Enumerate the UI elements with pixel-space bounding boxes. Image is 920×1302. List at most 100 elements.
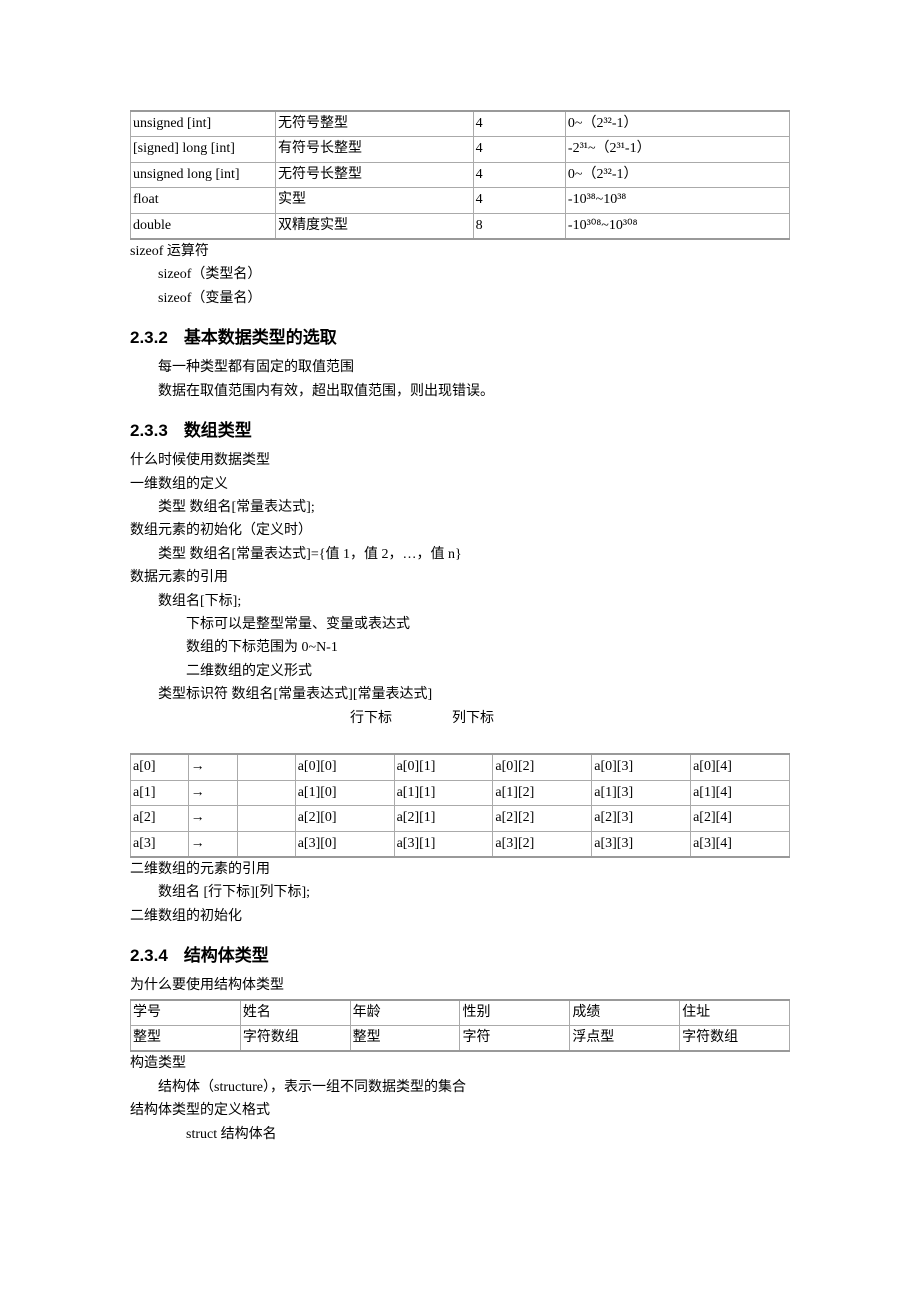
table-row: float实型4-10³⁸~10³⁸ <box>131 188 790 213</box>
table-cell: 字符数组 <box>680 1026 790 1052</box>
table-cell: a[3][0] <box>295 831 394 857</box>
table-row: [signed] long [int]有符号长整型4-2³¹~（2³¹-1） <box>131 137 790 162</box>
table-header-cell: 年龄 <box>350 1000 460 1026</box>
table-header-cell: 住址 <box>680 1000 790 1026</box>
heading-234: 2.3.4 结构体类型 <box>130 942 790 969</box>
table-cell: -2³¹~（2³¹-1） <box>565 137 789 162</box>
p233-5: 类型 数组名[常量表达式]={值 1，值 2，…，值 n} <box>130 544 790 566</box>
table-cell: a[0][1] <box>394 754 493 780</box>
row-sub-label: 行下标 <box>350 711 392 726</box>
p233-3: 类型 数组名[常量表达式]; <box>130 497 790 519</box>
p233-9: 数组的下标范围为 0~N-1 <box>130 637 790 659</box>
table-cell <box>238 780 296 805</box>
table-header-cell: 姓名 <box>240 1000 350 1026</box>
p233-8: 下标可以是整型常量、变量或表达式 <box>130 614 790 636</box>
table-cell: 无符号整型 <box>275 111 473 137</box>
data-types-table: unsigned [int]无符号整型40~（2³²-1）[signed] lo… <box>130 110 790 240</box>
table-cell: a[0] <box>131 754 189 780</box>
table-cell: a[1] <box>131 780 189 805</box>
table-cell: 8 <box>473 213 565 239</box>
heading-text: 基本数据类型的选取 <box>184 328 337 347</box>
table-cell: 0~（2³²-1） <box>565 162 789 187</box>
heading-text: 结构体类型 <box>184 946 269 965</box>
table-cell: a[2] <box>131 806 189 831</box>
table-row: a[2]→a[2][0]a[2][1]a[2][2]a[2][3]a[2][4] <box>131 806 790 831</box>
table-cell: → <box>188 780 237 805</box>
p232-1: 每一种类型都有固定的取值范围 <box>130 357 790 379</box>
table-cell: a[1][0] <box>295 780 394 805</box>
struct-fields-table: 学号姓名年龄性别成绩住址 整型字符数组整型字符浮点型字符数组 <box>130 999 790 1053</box>
heading-num: 2.3.2 <box>130 328 168 347</box>
table-cell: 4 <box>473 188 565 213</box>
table-cell: 实型 <box>275 188 473 213</box>
p234b-3: 结构体类型的定义格式 <box>130 1100 790 1122</box>
table-cell: a[3][3] <box>592 831 691 857</box>
table-cell: a[2][3] <box>592 806 691 831</box>
table-cell: double <box>131 213 276 239</box>
table-cell: 整型 <box>131 1026 241 1052</box>
table-cell: a[2][2] <box>493 806 592 831</box>
p233-7: 数组名[下标]; <box>130 591 790 613</box>
table-cell <box>238 831 296 857</box>
p233-2: 一维数组的定义 <box>130 474 790 496</box>
table-cell: 0~（2³²-1） <box>565 111 789 137</box>
table-row: a[1]→ a[1][0]a[1][1]a[1][2]a[1][3]a[1][4] <box>131 780 790 805</box>
p233-12: 行下标 列下标 <box>130 708 790 730</box>
heading-232: 2.3.2 基本数据类型的选取 <box>130 324 790 351</box>
heading-num: 2.3.3 <box>130 421 168 440</box>
p233-6: 数据元素的引用 <box>130 567 790 589</box>
p233-1: 什么时候使用数据类型 <box>130 450 790 472</box>
table-cell: a[1][1] <box>394 780 493 805</box>
table-cell: a[0][0] <box>295 754 394 780</box>
table-cell <box>238 754 296 780</box>
table-cell: a[3][2] <box>493 831 592 857</box>
sizeof-line-1: sizeof（类型名） <box>130 264 790 286</box>
p232-2: 数据在取值范围内有效，超出取值范围，则出现错误。 <box>130 381 790 403</box>
sizeof-line-2: sizeof（变量名） <box>130 288 790 310</box>
table-cell: a[2][4] <box>691 806 790 831</box>
table-row: double双精度实型8-10³⁰⁸~10³⁰⁸ <box>131 213 790 239</box>
table-cell: a[2][0] <box>295 806 394 831</box>
heading-233: 2.3.3 数组类型 <box>130 417 790 444</box>
table-cell: 字符数组 <box>240 1026 350 1052</box>
p233b-2: 数组名 [行下标][列下标]; <box>130 882 790 904</box>
table-cell: a[0][3] <box>592 754 691 780</box>
table-cell: a[1][3] <box>592 780 691 805</box>
p233b-1: 二维数组的元素的引用 <box>130 859 790 881</box>
table-cell: a[0][4] <box>691 754 790 780</box>
table-cell: float <box>131 188 276 213</box>
p233-11: 类型标识符 数组名[常量表达式][常量表达式] <box>130 684 790 706</box>
table-cell: 有符号长整型 <box>275 137 473 162</box>
table-cell: 字符 <box>460 1026 570 1052</box>
heading-text: 数组类型 <box>184 421 252 440</box>
p234b-4: struct 结构体名 <box>130 1124 790 1146</box>
table-cell: unsigned long [int] <box>131 162 276 187</box>
p233-4: 数组元素的初始化（定义时） <box>130 520 790 542</box>
table-cell: a[1][2] <box>493 780 592 805</box>
table-cell: 4 <box>473 137 565 162</box>
table-row: a[3]→a[3][0]a[3][1]a[3][2]a[3][3]a[3][4] <box>131 831 790 857</box>
table-cell: → <box>188 806 237 831</box>
table-cell <box>238 806 296 831</box>
sizeof-title: sizeof 运算符 <box>130 241 790 263</box>
table-cell: a[3] <box>131 831 189 857</box>
table-cell: a[1][4] <box>691 780 790 805</box>
array-2d-table: a[0]→a[0][0]a[0][1]a[0][2]a[0][3]a[0][4]… <box>130 753 790 858</box>
table-cell: a[3][1] <box>394 831 493 857</box>
table-cell: 浮点型 <box>570 1026 680 1052</box>
col-sub-label: 列下标 <box>452 711 494 726</box>
table-cell: → <box>188 831 237 857</box>
table-cell: → <box>188 754 237 780</box>
table-cell: a[0][2] <box>493 754 592 780</box>
table-cell: 双精度实型 <box>275 213 473 239</box>
p234a: 为什么要使用结构体类型 <box>130 975 790 997</box>
table-cell: 4 <box>473 162 565 187</box>
table-cell: 整型 <box>350 1026 460 1052</box>
table-header-cell: 学号 <box>131 1000 241 1026</box>
p233-10: 二维数组的定义形式 <box>130 661 790 683</box>
p233b-3: 二维数组的初始化 <box>130 906 790 928</box>
heading-num: 2.3.4 <box>130 946 168 965</box>
table-cell: 无符号长整型 <box>275 162 473 187</box>
table-header-cell: 成绩 <box>570 1000 680 1026</box>
table-cell: -10³⁰⁸~10³⁰⁸ <box>565 213 789 239</box>
